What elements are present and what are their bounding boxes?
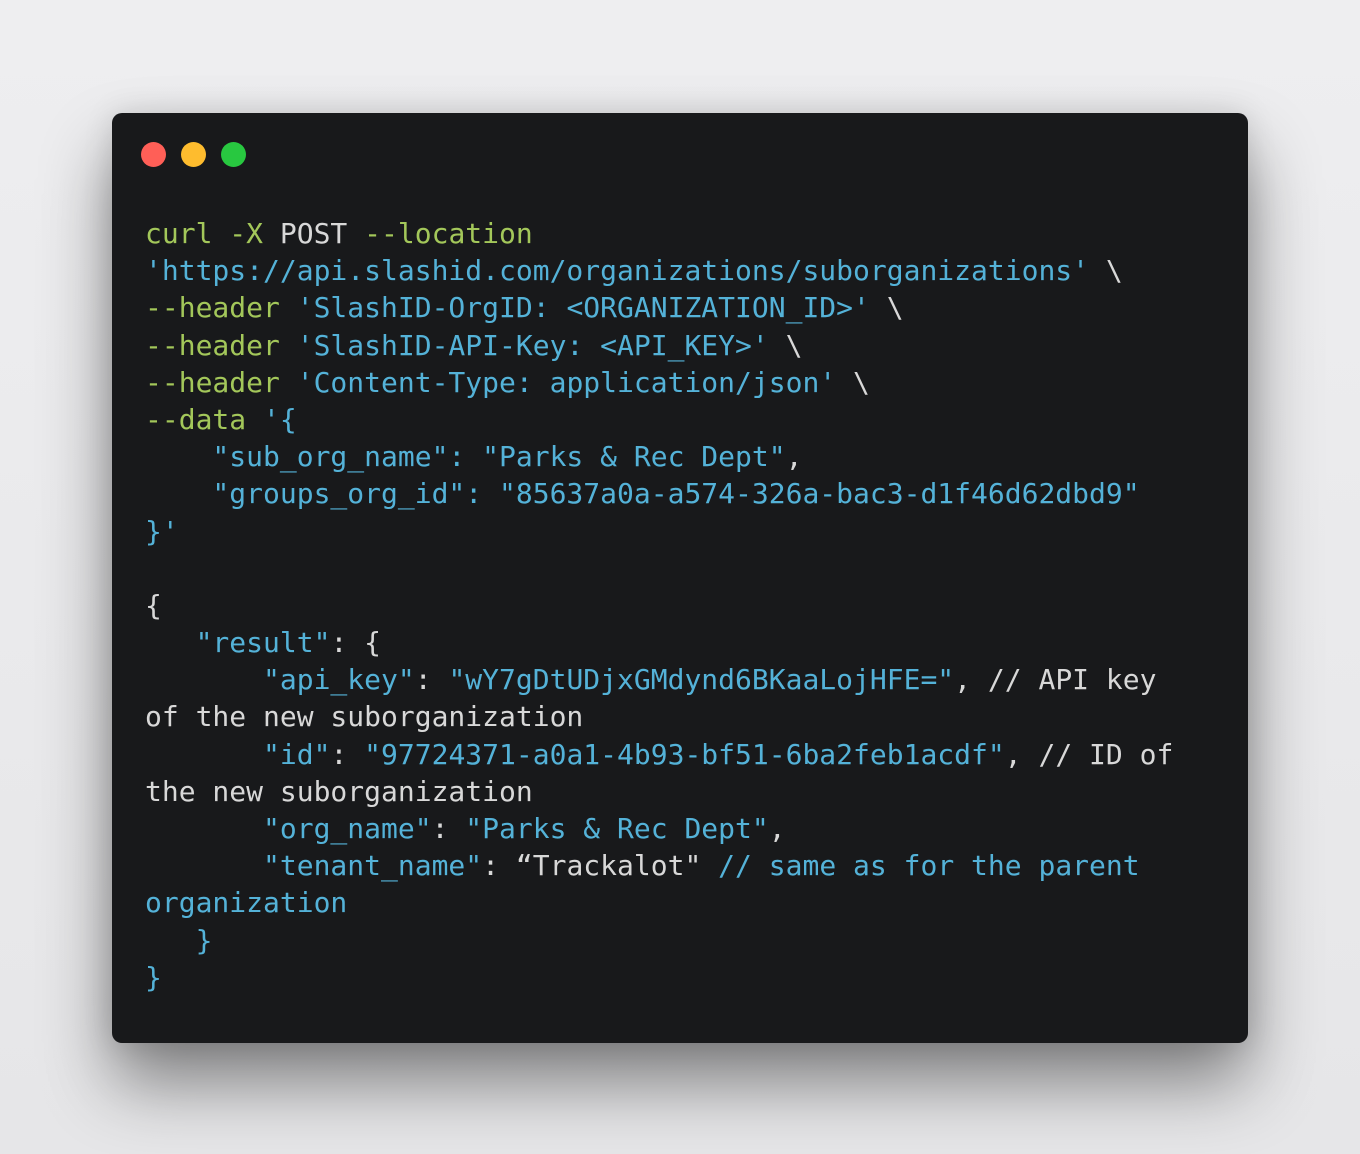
minimize-button[interactable] bbox=[181, 142, 206, 167]
code-line: the new suborganization bbox=[145, 773, 1173, 810]
code-token: : bbox=[330, 737, 365, 771]
code-line: of the new suborganization bbox=[145, 698, 1173, 735]
code-line: "tenant_name": “Trackalot" // same as fo… bbox=[145, 847, 1173, 884]
code-token: "org_name" bbox=[145, 812, 432, 845]
code-token: --location bbox=[364, 217, 533, 250]
code-line: organization bbox=[145, 884, 1173, 921]
code-line: "api_key": "wY7gDtUDjxGMdynd6BKaaLojHFE=… bbox=[145, 661, 1173, 698]
code-token: "wY7gDtUDjxGMdynd6BKaaLojHFE=" bbox=[448, 663, 955, 697]
code-token: organization bbox=[145, 886, 348, 920]
code-token: }' bbox=[145, 514, 179, 548]
code-token: the new suborganization bbox=[145, 774, 533, 808]
code-line: "id": "97724371-a0a1-4b93-bf51-6ba2feb1a… bbox=[145, 736, 1173, 773]
code-token: : { bbox=[330, 626, 382, 660]
close-button[interactable] bbox=[141, 142, 166, 167]
code-line: "result": { bbox=[145, 624, 1173, 661]
code-token: "id" bbox=[145, 737, 331, 771]
code-token: , bbox=[785, 440, 803, 474]
code-line: --header 'SlashID-OrgID: <ORGANIZATION_I… bbox=[145, 289, 1173, 326]
code-token: \ bbox=[1089, 254, 1123, 288]
code-token: --header bbox=[145, 291, 297, 325]
code-line: --data '{ bbox=[145, 401, 1173, 438]
code-token: { bbox=[145, 588, 162, 622]
code-line: } bbox=[145, 959, 1173, 996]
code-token: // same as for the parent bbox=[718, 849, 1140, 883]
code-token: \ bbox=[869, 291, 904, 325]
code-line: { bbox=[145, 587, 1173, 624]
code-token: , // ID of bbox=[1004, 737, 1174, 771]
code-token: "sub_org_name": "Parks & Rec Dept" bbox=[145, 440, 786, 474]
code-token: 'Content-Type: application/json' bbox=[296, 365, 837, 399]
code-token: "api_key" bbox=[145, 663, 415, 697]
code-token: "groups_org_id": "85637a0a-a574-326a-bac… bbox=[145, 477, 1140, 511]
code-window: curl -X POST --location'https://api.slas… bbox=[112, 113, 1248, 1043]
code-line: curl -X POST --location bbox=[145, 215, 1173, 252]
code-token: , bbox=[768, 812, 786, 845]
code-token: 'SlashID-OrgID: <ORGANIZATION_ID>' bbox=[296, 291, 870, 325]
code-token: : “Trackalot" bbox=[482, 849, 719, 883]
code-line: "sub_org_name": "Parks & Rec Dept", bbox=[145, 438, 1173, 475]
code-token: --header bbox=[145, 328, 297, 362]
code-token: "Parks & Rec Dept" bbox=[465, 812, 769, 845]
code-token: '{ bbox=[263, 402, 297, 436]
code-line: --header 'Content-Type: application/json… bbox=[145, 364, 1173, 401]
code-token: : bbox=[414, 663, 449, 697]
code-token: curl -X bbox=[145, 217, 280, 250]
code-line: "groups_org_id": "85637a0a-a574-326a-bac… bbox=[145, 475, 1173, 512]
code-token: "tenant_name" bbox=[145, 849, 483, 883]
code-token: POST bbox=[279, 217, 365, 250]
code-line: "org_name": "Parks & Rec Dept", bbox=[145, 810, 1173, 847]
code-line: --header 'SlashID-API-Key: <API_KEY>' \ bbox=[145, 327, 1173, 364]
window-controls bbox=[141, 142, 246, 167]
code-token: } bbox=[145, 960, 162, 994]
code-line: }' bbox=[145, 513, 1173, 550]
code-token: of the new suborganization bbox=[145, 700, 584, 734]
code-token: 'SlashID-API-Key: <API_KEY>' bbox=[296, 328, 769, 362]
code-block: curl -X POST --location'https://api.slas… bbox=[145, 215, 1173, 996]
code-token: } bbox=[145, 923, 213, 957]
code-token: \ bbox=[836, 365, 870, 399]
code-token: --header bbox=[145, 365, 297, 399]
code-line: } bbox=[145, 922, 1173, 959]
code-token: "97724371-a0a1-4b93-bf51-6ba2feb1acdf" bbox=[364, 737, 1005, 771]
code-token: --data bbox=[145, 402, 264, 436]
code-token: "result" bbox=[145, 626, 331, 660]
code-token: , // API key bbox=[954, 663, 1157, 697]
maximize-button[interactable] bbox=[221, 142, 246, 167]
code-line: 'https://api.slashid.com/organizations/s… bbox=[145, 252, 1173, 289]
code-token: \ bbox=[768, 328, 803, 362]
code-token: : bbox=[431, 812, 466, 845]
code-token: 'https://api.slashid.com/organizations/s… bbox=[145, 254, 1090, 288]
